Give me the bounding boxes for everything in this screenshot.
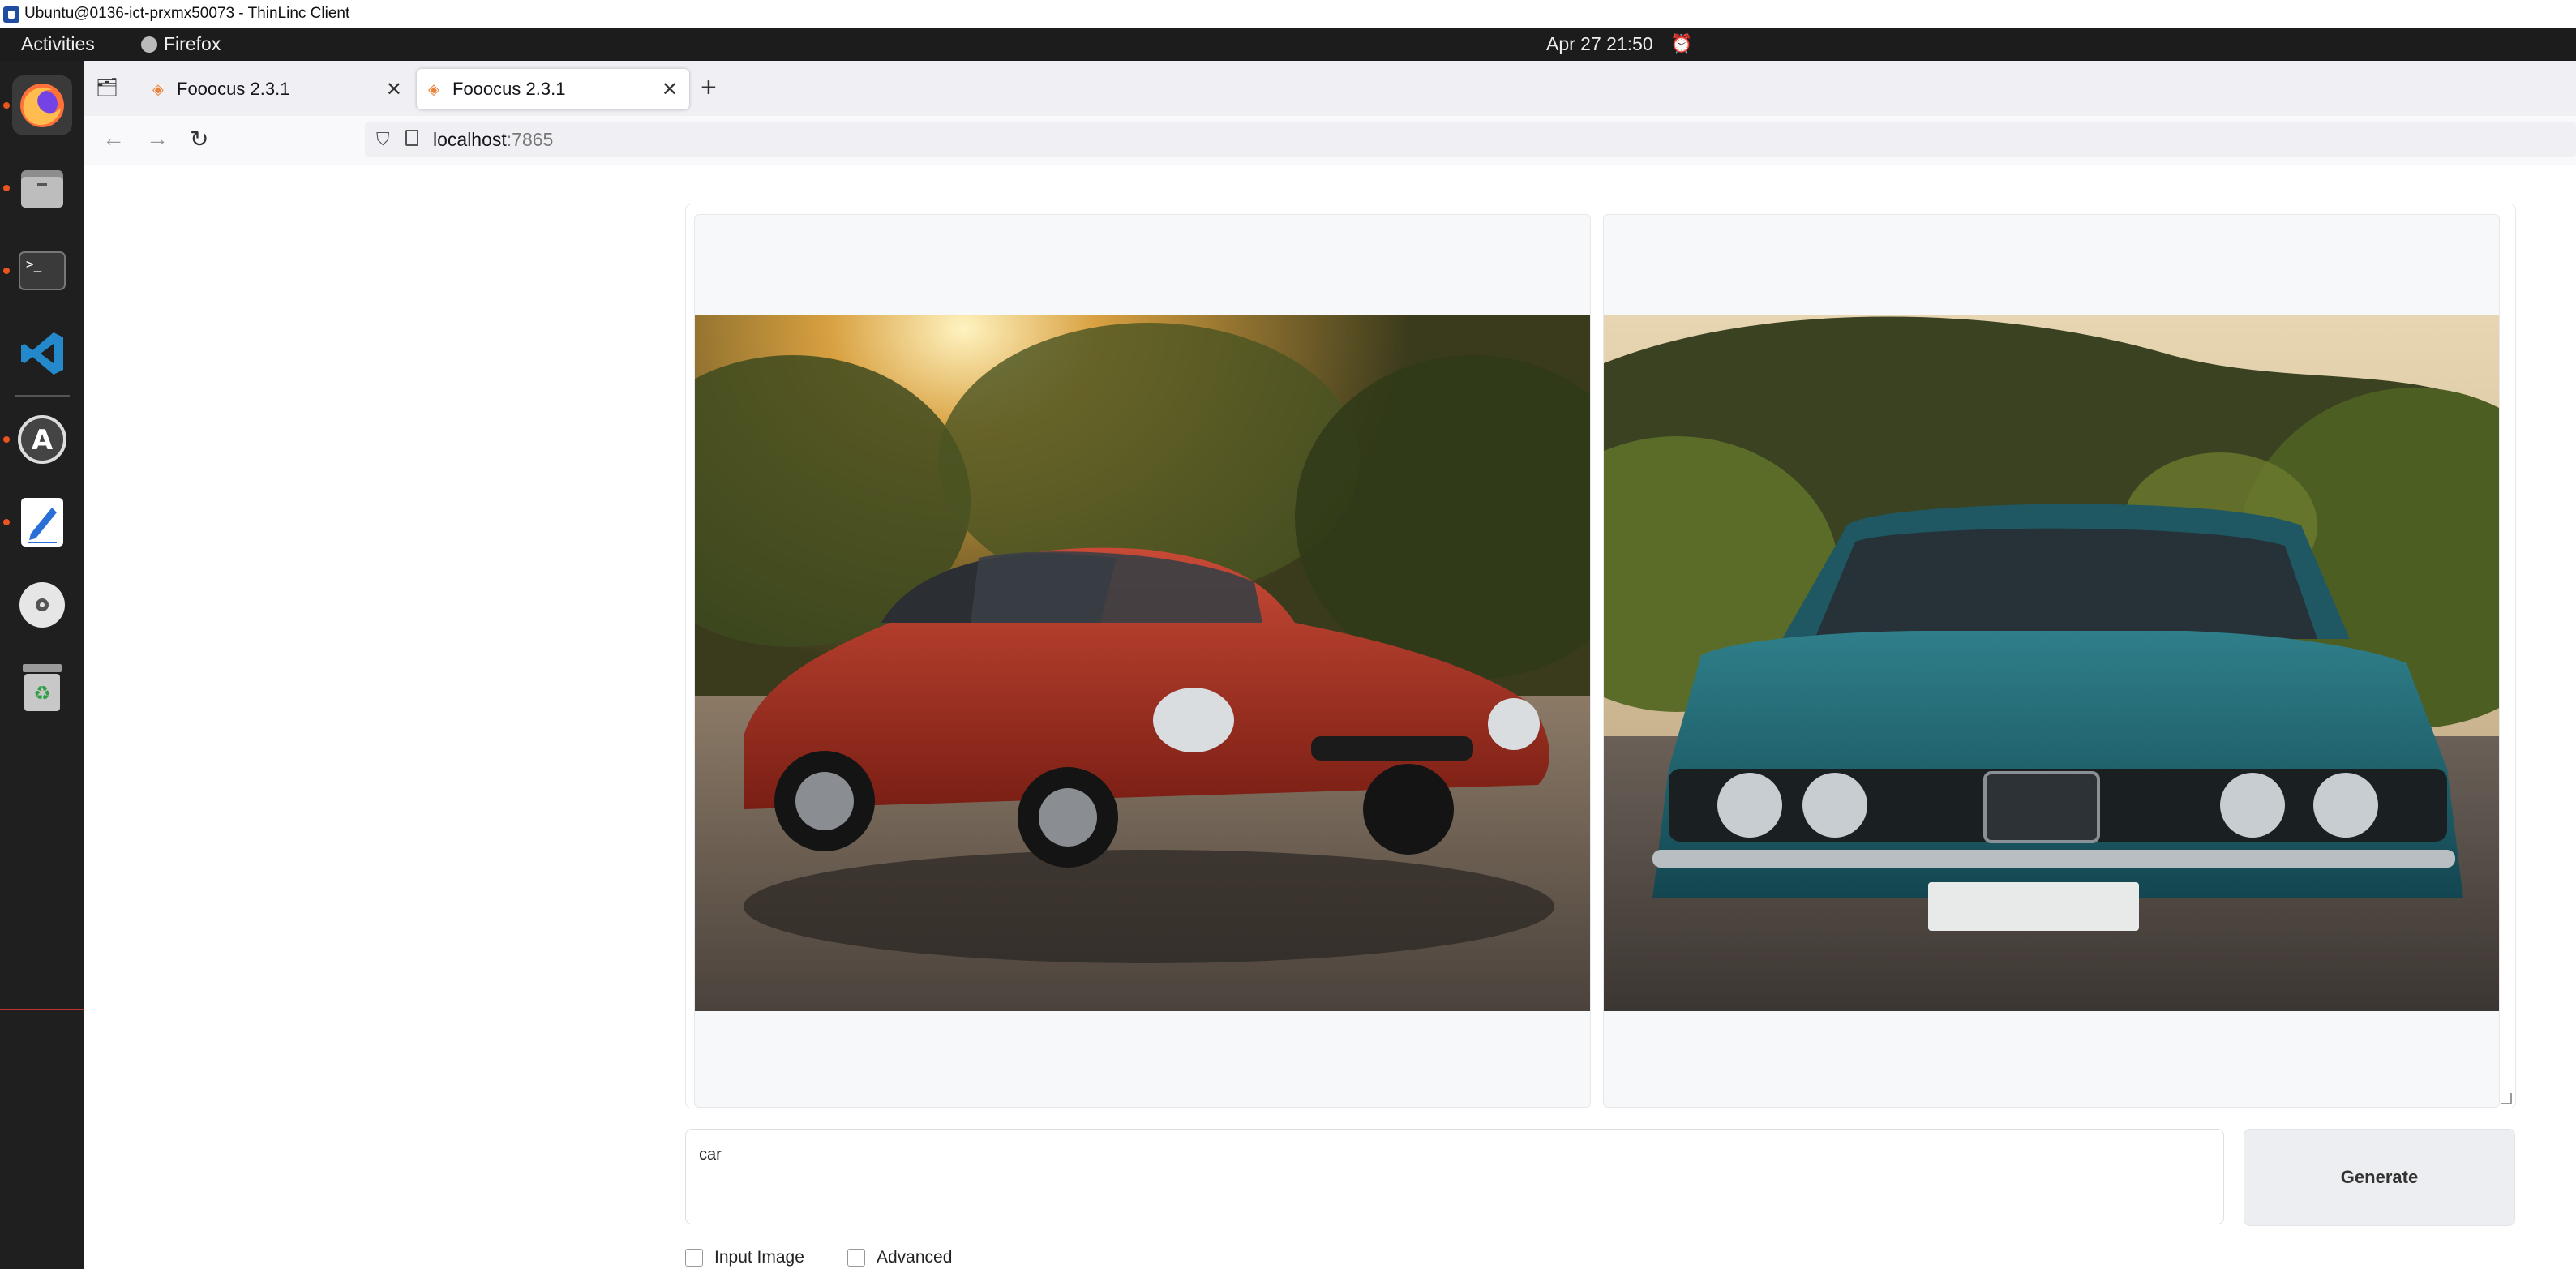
dock: >_ A ♻ <box>0 61 85 1269</box>
thinlinc-titlebar: Ubuntu@0136-ict-prxmx50073 - ThinLinc Cl… <box>0 0 2576 29</box>
trash-icon: ♻ <box>23 664 62 711</box>
red-sports-car-photo[interactable] <box>695 315 1590 1011</box>
app-menu-button[interactable]: Firefox <box>141 33 221 55</box>
dock-terminal[interactable]: >_ <box>12 241 72 301</box>
close-tab-icon[interactable]: ✕ <box>386 78 402 101</box>
gallery-image-1[interactable] <box>694 214 1591 1108</box>
url-text[interactable]: localhost:7865 <box>433 129 553 151</box>
tab-fooocus-2[interactable]: ◈ Fooocus 2.3.1 ✕ <box>417 69 689 109</box>
dock-vscode[interactable] <box>12 324 72 384</box>
dock-firefox[interactable] <box>12 75 72 135</box>
page-info-icon[interactable] <box>405 130 418 146</box>
navigation-bar: ← → ↻ ⛉ localhost:7865 <box>84 116 2576 165</box>
back-arrow-icon[interactable]: ← <box>102 126 125 152</box>
text-editor-icon <box>21 498 63 547</box>
fooocus-page: car Generate Input Image Advanced <box>84 165 2576 1269</box>
app-menu-label: Firefox <box>164 33 221 54</box>
dock-trash[interactable]: ♻ <box>12 658 72 718</box>
list-all-tabs-icon[interactable]: 🗂 <box>96 77 120 101</box>
generate-button[interactable]: Generate <box>2244 1129 2515 1226</box>
forward-arrow-icon[interactable]: → <box>146 126 169 152</box>
dock-text-editor[interactable] <box>12 492 72 552</box>
running-indicator <box>3 185 10 191</box>
tab-strip: 🗂 ◈ Fooocus 2.3.1 ✕ ◈ Fooocus 2.3.1 ✕ + <box>84 61 2576 116</box>
prompt-textarea[interactable]: car <box>685 1129 2224 1224</box>
activities-button[interactable]: Activities <box>21 33 95 55</box>
gallery-image-2[interactable] <box>1603 214 2500 1108</box>
fooocus-favicon-icon: ◈ <box>428 81 439 97</box>
new-tab-icon[interactable]: + <box>701 72 717 104</box>
url-port: :7865 <box>506 129 554 150</box>
vscode-icon <box>21 332 63 375</box>
url-host: localhost <box>433 129 507 150</box>
tab-title: Fooocus 2.3.1 <box>177 79 290 99</box>
input-image-checkbox[interactable]: Input Image <box>685 1248 804 1267</box>
url-bar[interactable]: ⛉ localhost:7865 <box>365 122 2576 157</box>
svg-text:♻: ♻ <box>33 682 51 705</box>
running-indicator <box>3 436 10 443</box>
thinlinc-logo-icon <box>3 6 19 23</box>
tab-title: Fooocus 2.3.1 <box>452 79 566 99</box>
reload-icon[interactable]: ↻ <box>190 126 208 152</box>
dock-files[interactable] <box>12 158 72 218</box>
close-tab-icon[interactable]: ✕ <box>662 78 678 101</box>
software-updater-icon: A <box>18 415 66 464</box>
clock[interactable]: Apr 27 21:50 <box>1546 33 1653 55</box>
prompt-value: car <box>699 1146 722 1164</box>
checkbox-icon[interactable] <box>685 1249 703 1267</box>
window-title: Ubuntu@0136-ict-prxmx50073 - ThinLinc Cl… <box>24 5 350 22</box>
terminal-icon: >_ <box>19 251 66 290</box>
tab-fooocus-1[interactable]: ◈ Fooocus 2.3.1 ✕ <box>141 69 414 109</box>
teal-classic-car-photo[interactable] <box>1604 315 2499 1011</box>
image-gallery <box>685 204 2516 1108</box>
running-indicator <box>3 102 10 109</box>
alarm-icon[interactable]: ⏰ <box>1670 33 1692 54</box>
dock-software-updater[interactable]: A <box>12 409 72 469</box>
tracking-protection-shield-icon[interactable]: ⛉ <box>376 129 390 150</box>
running-indicator <box>3 268 10 274</box>
firefox-small-icon <box>141 36 157 53</box>
dock-separator <box>15 395 70 397</box>
checkbox-icon[interactable] <box>847 1249 865 1267</box>
advanced-checkbox[interactable]: Advanced <box>847 1248 952 1267</box>
folder-icon <box>21 170 63 208</box>
fooocus-favicon-icon: ◈ <box>152 81 164 97</box>
input-image-label: Input Image <box>714 1248 804 1267</box>
svg-text:A: A <box>32 424 54 457</box>
running-indicator <box>3 519 10 525</box>
disc-icon <box>19 582 65 628</box>
dock-disc[interactable] <box>12 575 72 635</box>
dock-divider-line <box>0 1009 84 1010</box>
advanced-label: Advanced <box>877 1248 953 1267</box>
firefox-icon <box>20 84 64 127</box>
svg-text:>_: >_ <box>26 256 42 272</box>
resize-handle-icon[interactable] <box>2501 1093 2512 1104</box>
gnome-top-bar: Activities Firefox Apr 27 21:50 ⏰ <box>0 28 2576 61</box>
